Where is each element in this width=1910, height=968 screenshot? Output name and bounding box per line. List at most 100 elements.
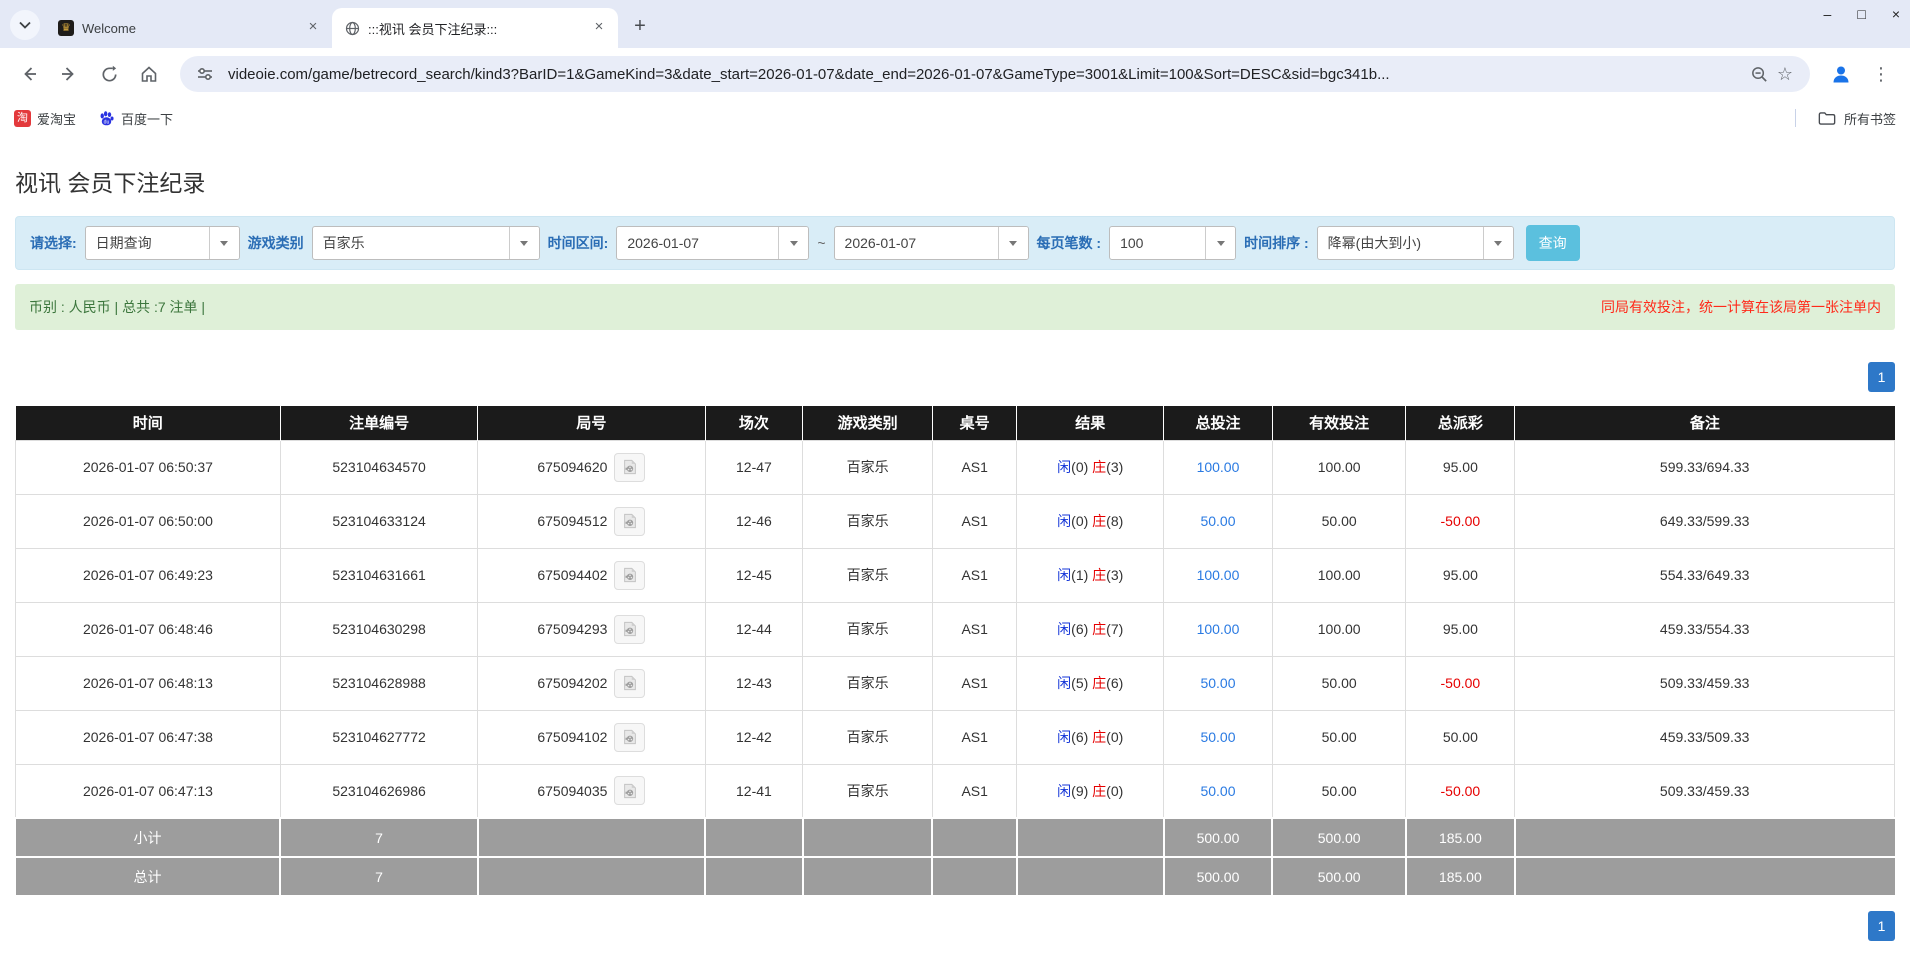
dropdown-arrow-icon[interactable]	[1205, 227, 1236, 259]
total-bet-link[interactable]: 100.00	[1197, 621, 1240, 637]
video-replay-button[interactable]	[614, 614, 646, 644]
result-cell: 闲(6) 庄(7)	[1016, 601, 1164, 657]
tab-search-button[interactable]	[10, 10, 40, 40]
total-bet-link[interactable]: 50.00	[1200, 675, 1235, 691]
address-bar[interactable]: videoie.com/game/betrecord_search/kind3?…	[180, 56, 1810, 92]
valid-bet-cell: 100.00	[1271, 547, 1407, 603]
taobao-icon: 淘	[14, 109, 31, 127]
round-no-cell: 675094102	[477, 709, 706, 765]
page-1-button[interactable]: 1	[1868, 362, 1895, 392]
query-type-combobox[interactable]: 日期查询	[84, 226, 240, 260]
film-icon	[624, 459, 636, 475]
dropdown-arrow-icon[interactable]	[208, 227, 239, 259]
date-end-combobox[interactable]: 2026-01-07	[833, 226, 1029, 260]
table-row: 2026-01-07 06:48:46 523104630298 6750942…	[15, 601, 1895, 657]
tab-close-icon[interactable]: ×	[304, 19, 322, 37]
zoom-indicator-icon[interactable]	[1746, 61, 1772, 87]
tab-betrecord[interactable]: :::视讯 会员下注纪录::: ×	[332, 8, 618, 48]
summary-total-bet-cell: 500.00	[1162, 856, 1274, 897]
tab-welcome[interactable]: ♛ Welcome ×	[46, 8, 332, 48]
date-start-combobox[interactable]: 2026-01-07	[616, 226, 810, 260]
reload-button[interactable]	[92, 57, 126, 91]
menu-button[interactable]: ⋮	[1864, 57, 1898, 91]
video-replay-button[interactable]	[614, 668, 646, 698]
bookmark-baidu[interactable]: du 百度一下	[98, 109, 173, 128]
video-replay-button[interactable]	[614, 722, 646, 752]
pagination-bottom: 1	[15, 911, 1895, 941]
minimize-button[interactable]: –	[1824, 6, 1832, 22]
url-text[interactable]: videoie.com/game/betrecord_search/kind3?…	[228, 66, 1746, 83]
game-type-cell: 百家乐	[802, 439, 933, 495]
time-cell: 2026-01-07 06:48:13	[15, 655, 281, 711]
summary-payout-cell: 185.00	[1404, 817, 1516, 858]
total-bet-link[interactable]: 50.00	[1200, 783, 1235, 799]
video-replay-button[interactable]	[614, 452, 646, 482]
bet-records-table: 时间 注单编号 局号 场次 游戏类别 桌号 结果 总投注 有效投注 总派彩 备注…	[15, 406, 1895, 897]
page-size-label: 每页笔数 :	[1036, 235, 1102, 251]
reload-icon	[101, 65, 117, 82]
back-button[interactable]	[12, 57, 46, 91]
page-title: 视讯 会员下注纪录	[15, 170, 206, 196]
total-bet-link[interactable]: 50.00	[1200, 513, 1235, 529]
game-type-cell: 百家乐	[802, 493, 933, 549]
total-bet-link[interactable]: 100.00	[1197, 459, 1240, 475]
result-cell: 闲(1) 庄(3)	[1016, 547, 1164, 603]
session-cell: 12-47	[704, 439, 804, 495]
game-type-cell: 百家乐	[802, 547, 933, 603]
table-row: 2026-01-07 06:49:23 523104631661 6750944…	[15, 547, 1895, 603]
home-button[interactable]	[132, 57, 166, 91]
remark-cell: 649.33/599.33	[1514, 493, 1895, 549]
query-type-value: 日期查询	[95, 235, 152, 251]
divider	[1794, 109, 1796, 127]
maximize-button[interactable]: □	[1857, 6, 1865, 22]
total-bet-cell: 50.00	[1163, 763, 1273, 819]
bookmark-taobao[interactable]: 淘 爱淘宝	[14, 109, 76, 128]
note-text: 同局有效投注，统一计算在该局第一张注单内	[1601, 299, 1881, 315]
total-bet-link[interactable]: 100.00	[1197, 567, 1240, 583]
bookmark-label: 百度一下	[121, 111, 174, 127]
page-size-combobox[interactable]: 100	[1109, 226, 1237, 260]
column-header-total-bet: 总投注	[1163, 406, 1273, 440]
result-cell: 闲(5) 庄(6)	[1016, 655, 1164, 711]
result-cell: 闲(0) 庄(8)	[1016, 493, 1164, 549]
forward-button[interactable]	[52, 57, 86, 91]
bookmark-star-icon[interactable]: ☆	[1772, 61, 1798, 87]
summary-row: 小计 7 500.00 500.00 185.00	[15, 817, 1895, 858]
search-button[interactable]: 查询	[1525, 225, 1580, 261]
total-bet-cell: 100.00	[1163, 439, 1273, 495]
total-bet-link[interactable]: 50.00	[1200, 729, 1235, 745]
page-1-button[interactable]: 1	[1868, 911, 1895, 941]
chevron-down-icon	[19, 21, 31, 29]
session-cell: 12-44	[704, 601, 804, 657]
game-type-cell: 百家乐	[802, 709, 933, 765]
profile-button[interactable]	[1824, 57, 1858, 91]
bet-no-cell: 523104634570	[279, 439, 479, 495]
svg-text:du: du	[104, 119, 110, 125]
video-replay-button[interactable]	[614, 506, 646, 536]
sort-order-combobox[interactable]: 降幂(由大到小)	[1316, 226, 1514, 260]
close-window-button[interactable]: ×	[1892, 6, 1900, 22]
currency-total-text: 币别 : 人民币 | 总共 :7 注单 |	[29, 299, 206, 315]
game-category-combobox[interactable]: 百家乐	[311, 226, 540, 260]
table-no-cell: AS1	[931, 709, 1018, 765]
new-tab-button[interactable]: +	[626, 12, 654, 40]
dropdown-arrow-icon[interactable]	[1482, 227, 1513, 259]
column-header-round-no: 局号	[477, 406, 706, 440]
all-bookmarks-button[interactable]: 所有书签	[1794, 109, 1896, 128]
round-no-cell: 675094035	[477, 763, 706, 819]
round-no-cell: 675094402	[477, 547, 706, 603]
column-header-remark: 备注	[1514, 406, 1895, 440]
video-replay-button[interactable]	[614, 560, 646, 590]
video-replay-button[interactable]	[614, 776, 646, 806]
dropdown-arrow-icon[interactable]	[778, 227, 809, 259]
bookmarks-bar: 淘 爱淘宝 du 百度一下 所有书签	[0, 100, 1910, 136]
dropdown-arrow-icon[interactable]	[508, 227, 539, 259]
site-info-icon[interactable]	[192, 61, 218, 87]
total-bet-cell: 100.00	[1163, 601, 1273, 657]
column-header-valid-bet: 有效投注	[1272, 406, 1407, 440]
session-cell: 12-42	[704, 709, 804, 765]
valid-bet-cell: 100.00	[1271, 439, 1407, 495]
tab-close-icon[interactable]: ×	[590, 19, 608, 37]
dropdown-arrow-icon[interactable]	[997, 227, 1028, 259]
page-content: 视讯 会员下注纪录 请选择: 日期查询 游戏类别 百家乐 时间区间: 2026-…	[0, 164, 1910, 941]
